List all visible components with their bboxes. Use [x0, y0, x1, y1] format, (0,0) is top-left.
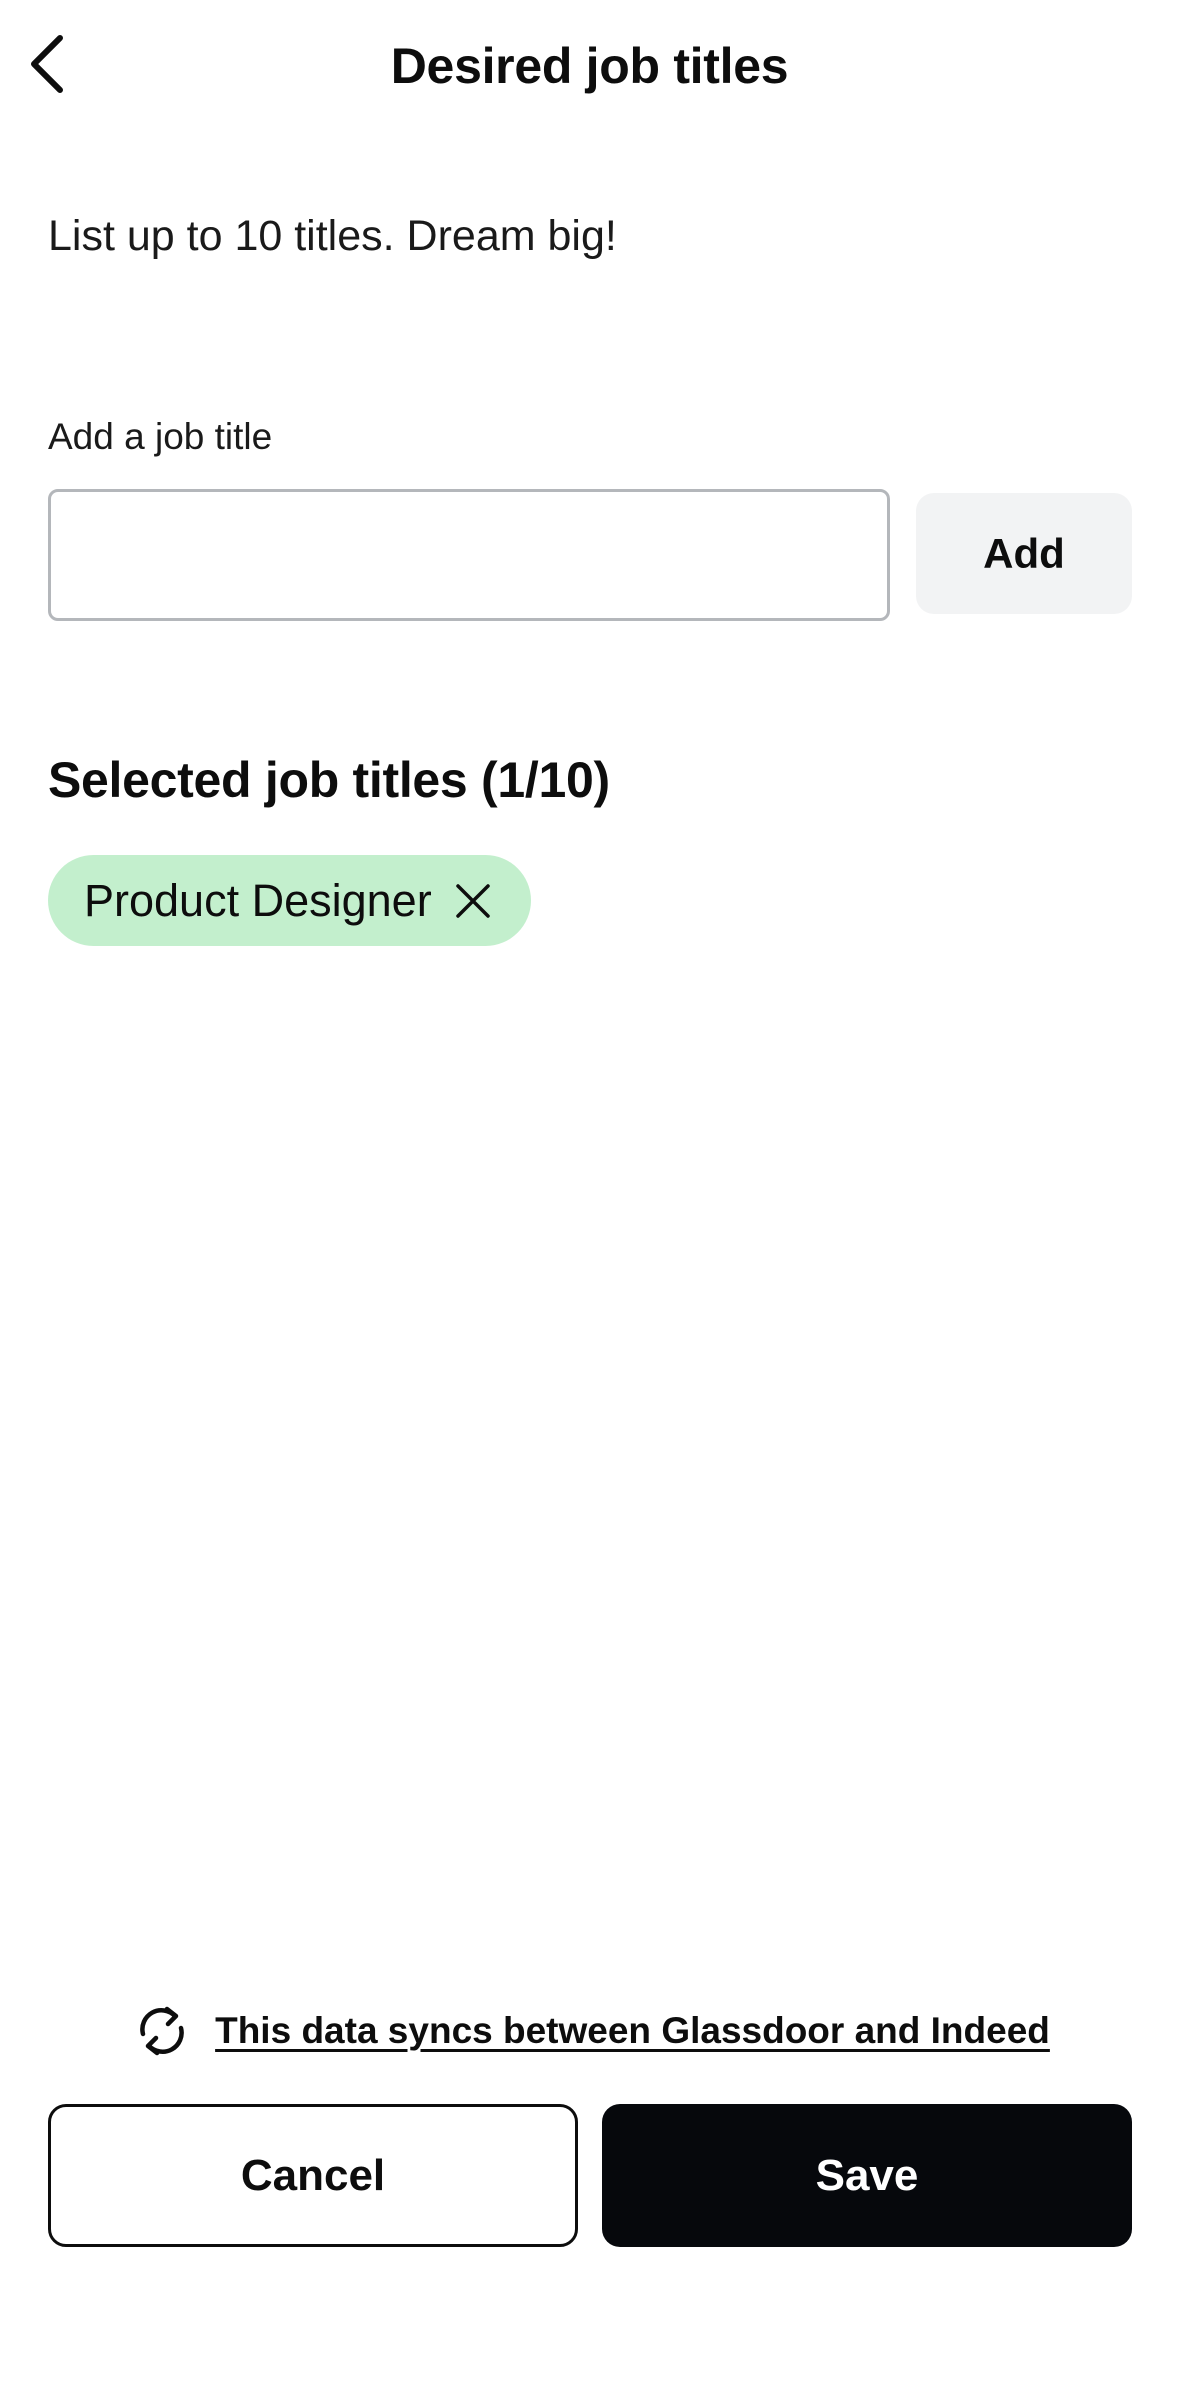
- sync-info-link[interactable]: This data syncs between Glassdoor and In…: [215, 2010, 1050, 2052]
- job-title-chip: Product Designer: [48, 855, 531, 946]
- close-icon[interactable]: [452, 879, 495, 923]
- selected-titles-heading: Selected job titles (1/10): [48, 752, 610, 808]
- cancel-button[interactable]: Cancel: [48, 2104, 578, 2247]
- job-title-input[interactable]: [48, 489, 890, 621]
- header-bar: Desired job titles: [0, 0, 1179, 136]
- add-button[interactable]: Add: [916, 493, 1132, 614]
- chip-label: Product Designer: [84, 874, 432, 926]
- sync-icon: [129, 1998, 195, 2064]
- sync-notice: This data syncs between Glassdoor and In…: [0, 1996, 1179, 2066]
- page-title: Desired job titles: [390, 38, 789, 94]
- job-title-field-label: Add a job title: [48, 416, 273, 457]
- save-button[interactable]: Save: [602, 2104, 1132, 2247]
- intro-text: List up to 10 titles. Dream big!: [48, 212, 617, 260]
